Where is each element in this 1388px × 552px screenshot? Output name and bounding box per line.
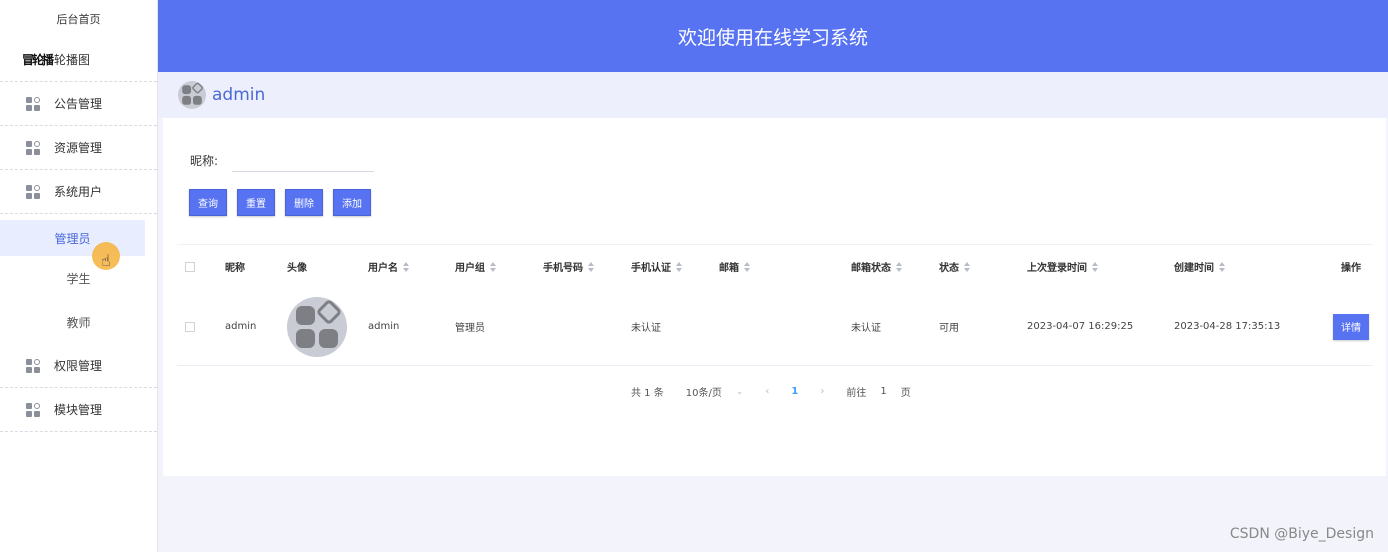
- sidebar-subitem-admin[interactable]: 管理员: [0, 220, 145, 256]
- cell-group: 管理员: [455, 323, 485, 334]
- page-unit-label: 页: [900, 388, 911, 399]
- sidebar-item-permission[interactable]: 权限管理: [0, 344, 157, 388]
- sort-icon[interactable]: [403, 261, 409, 272]
- col-created[interactable]: 创建时间: [1174, 259, 1321, 274]
- cell-email-status: 未认证: [851, 323, 881, 334]
- sort-icon[interactable]: [896, 261, 902, 272]
- avatar-icon: [287, 296, 347, 357]
- col-label: 状态: [939, 263, 959, 274]
- sidebar-item-label: 资源管理: [54, 141, 103, 155]
- toolbar: 查询 重置 删除 添加: [189, 189, 371, 216]
- avatar-icon: [178, 81, 206, 109]
- sidebar-item-resource[interactable]: 资源管理: [0, 126, 157, 170]
- grid-icon: [26, 96, 40, 111]
- cell-created: 2023-04-28 17:35:13: [1174, 321, 1281, 332]
- content-panel: 昵称: 查询 重置 删除 添加 昵称 头像 用户名 用户组 手机号码 手机认证 …: [163, 118, 1386, 476]
- sort-icon[interactable]: [1219, 261, 1225, 272]
- nickname-input[interactable]: [232, 148, 375, 172]
- page-size-value: 10条/页: [685, 388, 722, 399]
- col-label: 手机认证: [631, 263, 671, 274]
- total-count: 共 1 条: [631, 388, 664, 399]
- cell-username: admin: [368, 321, 400, 332]
- sidebar-item-label: 权限管理: [54, 359, 103, 373]
- sidebar-item-carousel[interactable]: 冒轮播 轮播图: [0, 38, 157, 82]
- reset-button[interactable]: 重置: [237, 189, 275, 216]
- grid-icon: [26, 358, 40, 373]
- chevron-down-icon: ⌄: [735, 386, 744, 397]
- top-header: 欢迎使用在线学习系统: [158, 0, 1388, 72]
- col-label: 邮箱: [719, 263, 739, 274]
- cell-nickname: admin: [225, 321, 257, 332]
- col-label: 邮箱状态: [851, 263, 891, 274]
- grid-icon: [26, 184, 40, 199]
- add-button[interactable]: 添加: [333, 189, 371, 216]
- sort-icon[interactable]: [490, 261, 496, 272]
- cell-status: 可用: [939, 323, 959, 334]
- col-label: 用户组: [455, 263, 485, 274]
- goto-label: 前往: [846, 388, 867, 399]
- user-bar: admin: [158, 72, 1388, 118]
- col-label: 创建时间: [1174, 263, 1214, 274]
- row-checkbox[interactable]: [185, 321, 195, 332]
- sidebar-item-home[interactable]: 后台首页: [0, 0, 157, 38]
- current-user-name[interactable]: admin: [212, 85, 265, 105]
- col-username[interactable]: 用户名: [368, 259, 455, 274]
- cell-phone-verify: 未认证: [631, 323, 661, 334]
- table-header: 昵称 头像 用户名 用户组 手机号码 手机认证 邮箱 邮箱状态 状态 上次登录时…: [177, 244, 1373, 288]
- sidebar-item-label: 公告管理: [54, 97, 103, 111]
- col-action: 操作: [1341, 263, 1361, 274]
- detail-button[interactable]: 详情: [1333, 313, 1369, 340]
- col-label: 手机号码: [543, 263, 583, 274]
- next-page-icon[interactable]: ›: [820, 386, 824, 397]
- page-size-select[interactable]: 10条/页 ⌄: [685, 384, 744, 400]
- col-email[interactable]: 邮箱: [719, 259, 851, 274]
- watermark: CSDN @Biye_Design: [1229, 526, 1374, 542]
- sidebar: 后台首页 冒轮播 轮播图 公告管理 资源管理 系统用户 管理员 学生 教师 权限…: [0, 0, 158, 552]
- prev-page-icon[interactable]: ‹: [765, 386, 769, 397]
- sort-icon[interactable]: [964, 261, 970, 272]
- grid-icon: [26, 140, 40, 155]
- grid-icon: [26, 402, 40, 417]
- col-phone-verify[interactable]: 手机认证: [631, 259, 719, 274]
- sidebar-subitem-student[interactable]: 学生: [0, 256, 157, 300]
- col-last-login[interactable]: 上次登录时间: [1027, 259, 1174, 274]
- sidebar-item-label: 系统用户: [54, 185, 103, 199]
- sort-icon[interactable]: [676, 261, 682, 272]
- sidebar-item-label: 轮播图: [54, 53, 91, 67]
- sidebar-item-label: 冒轮播: [22, 53, 54, 67]
- sidebar-item-module[interactable]: 模块管理: [0, 388, 157, 432]
- delete-button[interactable]: 删除: [285, 189, 323, 216]
- sort-icon[interactable]: [588, 261, 594, 272]
- sort-icon[interactable]: [1092, 261, 1098, 272]
- hand-cursor-icon: ☝: [101, 251, 111, 270]
- pagination: 共 1 条 10条/页 ⌄ ‹ 1 › 前往 1 页: [631, 384, 933, 399]
- table-row: admin admin 管理员 未认证 未认证 可用 2023-04-07 16…: [177, 288, 1373, 366]
- sidebar-item-notice[interactable]: 公告管理: [0, 82, 157, 126]
- col-nickname: 昵称: [225, 263, 245, 274]
- nickname-label: 昵称:: [190, 153, 219, 168]
- col-phone[interactable]: 手机号码: [543, 259, 631, 274]
- select-all-checkbox[interactable]: [185, 261, 195, 272]
- goto-input[interactable]: 1: [880, 386, 886, 397]
- sidebar-item-system-users[interactable]: 系统用户: [0, 170, 157, 214]
- col-email-status[interactable]: 邮箱状态: [851, 259, 939, 274]
- col-avatar: 头像: [287, 263, 307, 274]
- cell-last-login: 2023-04-07 16:29:25: [1027, 321, 1134, 332]
- search-bar: 昵称:: [190, 148, 375, 172]
- page-number-current[interactable]: 1: [791, 386, 798, 397]
- page-title: 欢迎使用在线学习系统: [677, 26, 868, 49]
- sidebar-item-label: 模块管理: [54, 403, 103, 417]
- col-label: 上次登录时间: [1027, 263, 1087, 274]
- sort-icon[interactable]: [744, 261, 750, 272]
- sidebar-subitem-teacher[interactable]: 教师: [0, 300, 157, 344]
- col-label: 用户名: [368, 263, 398, 274]
- col-group[interactable]: 用户组: [455, 259, 543, 274]
- query-button[interactable]: 查询: [189, 189, 227, 216]
- user-table: 昵称 头像 用户名 用户组 手机号码 手机认证 邮箱 邮箱状态 状态 上次登录时…: [177, 244, 1373, 366]
- col-status[interactable]: 状态: [939, 259, 1027, 274]
